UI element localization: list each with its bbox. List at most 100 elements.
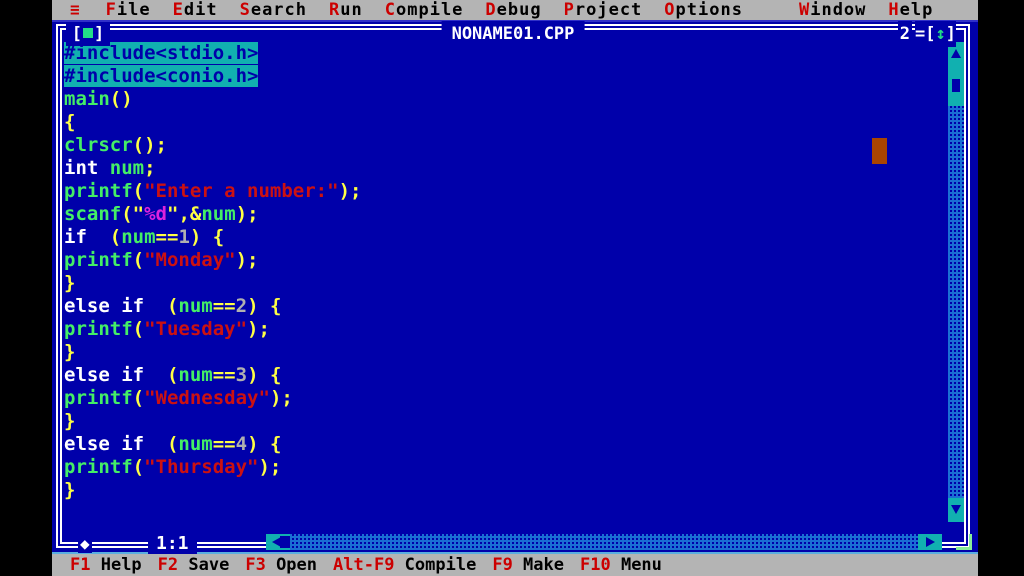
code-token-pun: ,	[178, 203, 190, 225]
letterbox-left	[0, 0, 52, 576]
code-line: if (num==1) {	[62, 226, 942, 249]
vertical-scroll-thumb[interactable]	[948, 66, 964, 106]
code-token-pun: ()	[109, 88, 133, 110]
scroll-left-button[interactable]	[266, 534, 292, 550]
editor-window: [] NONAME01.CPP 2 =[↕] #include<stdio.h>…	[56, 21, 972, 554]
horizontal-scroll-track[interactable]	[290, 534, 918, 550]
status-key-menu[interactable]: F10 Menu	[564, 554, 662, 576]
menu-item-window[interactable]: Window	[797, 0, 868, 20]
letterbox-right	[978, 0, 1024, 576]
menu-item-project[interactable]: Project	[562, 0, 645, 20]
code-token-pun: (	[155, 295, 179, 317]
status-key-name: F9	[492, 555, 513, 575]
menu-item-run[interactable]: Run	[327, 0, 365, 20]
code-line: printf("Tuesday");	[62, 318, 942, 341]
status-key-label: Compile	[394, 555, 477, 575]
code-token-id: printf	[64, 180, 133, 202]
code-token-pun: (	[132, 318, 145, 340]
code-token-id: num	[121, 226, 156, 248]
code-token-pun: ;	[144, 157, 156, 179]
code-token-pun: ==	[212, 295, 236, 317]
window-resize-corner[interactable]	[956, 534, 972, 550]
code-token-pp: #include<conio.h>	[64, 65, 259, 87]
code-line: printf("Enter a number:");	[62, 180, 942, 203]
horizontal-scrollbar[interactable]	[266, 534, 942, 550]
code-token-pun: (	[155, 364, 179, 386]
code-token-num: 3	[235, 364, 248, 386]
code-line: }	[62, 479, 942, 502]
status-key-compile[interactable]: Alt-F9 Compile	[317, 554, 476, 576]
code-token-str: "Enter a number:"	[144, 180, 339, 202]
ide-desktop: ≡ File Edit Search Run Compile Debug Pro…	[52, 0, 978, 576]
vertical-scrollbar[interactable]	[948, 42, 964, 522]
code-token-kw: int	[64, 157, 110, 179]
code-token-pun: ==	[212, 433, 236, 455]
triangle-up-icon	[951, 49, 961, 58]
menu-item-search[interactable]: Search	[238, 0, 309, 20]
code-line: #include<conio.h>	[62, 65, 942, 88]
code-token-pun: );	[338, 180, 362, 202]
scroll-right-button[interactable]	[918, 534, 942, 550]
code-token-num: 4	[235, 433, 248, 455]
code-token-quo: "	[132, 203, 145, 225]
code-token-pun: (	[98, 226, 122, 248]
code-token-str: "Thursday"	[144, 456, 259, 478]
status-key-label: Help	[90, 555, 142, 575]
status-key-name: F1	[70, 555, 91, 575]
cursor-position-indicator: 1:1	[148, 534, 197, 554]
code-token-pun: ) {	[247, 433, 282, 455]
vertical-scroll-track[interactable]	[948, 66, 964, 498]
code-token-id: num	[201, 203, 236, 225]
window-drag-marker[interactable]: ◆	[78, 535, 92, 553]
status-key-name: F3	[245, 555, 266, 575]
code-line: printf("Monday");	[62, 249, 942, 272]
code-line: else if (num==3) {	[62, 364, 942, 387]
triangle-right-icon	[926, 537, 935, 547]
code-editor-text[interactable]: #include<stdio.h> #include<conio.h> main()…	[62, 42, 942, 522]
code-line: printf("Thursday");	[62, 456, 942, 479]
menu-item-debug[interactable]: Debug	[483, 0, 543, 20]
window-number: 2	[897, 21, 912, 47]
code-line: else if (num==4) {	[62, 433, 942, 456]
code-token-pun: {	[64, 111, 76, 133]
menu-item-help[interactable]: Help	[886, 0, 935, 20]
code-token-pun: );	[258, 456, 282, 478]
code-token-id: printf	[64, 456, 133, 478]
status-key-make[interactable]: F9 Make	[476, 554, 564, 576]
status-key-help[interactable]: F1 Help	[52, 554, 142, 576]
status-key-name: Alt-F9	[333, 555, 395, 575]
code-token-pun: }	[64, 272, 76, 294]
code-token-pun: (	[121, 203, 133, 225]
code-token-pun: (	[155, 433, 179, 455]
code-token-str: "Monday"	[144, 249, 236, 271]
scroll-down-button[interactable]	[948, 498, 964, 522]
menu-item-file[interactable]: File	[104, 0, 153, 20]
code-token-id: num	[178, 364, 213, 386]
code-token-pun: );	[269, 387, 293, 409]
code-token-pun: );	[235, 203, 259, 225]
status-key-label: Save	[178, 555, 230, 575]
close-box-button[interactable]: []	[66, 22, 110, 46]
code-line: }	[62, 341, 942, 364]
zoom-box-button[interactable]: =[↕]	[915, 21, 956, 47]
menu-item-edit[interactable]: Edit	[171, 0, 220, 20]
code-line: int num;	[62, 157, 942, 180]
status-key-save[interactable]: F2 Save	[142, 554, 230, 576]
system-menu-icon[interactable]: ≡	[52, 0, 86, 20]
mouse-cursor-block	[872, 138, 887, 164]
menu-item-options[interactable]: Options	[662, 0, 745, 20]
code-line: clrscr();	[62, 134, 942, 157]
status-key-open[interactable]: F3 Open	[229, 554, 317, 576]
code-line: printf("Wednesday");	[62, 387, 942, 410]
code-token-fmt: %d	[144, 203, 167, 225]
code-line: main()	[62, 88, 942, 111]
code-token-pun: &	[189, 203, 202, 225]
menu-item-compile[interactable]: Compile	[383, 0, 466, 20]
status-key-name: F10	[580, 555, 611, 575]
code-token-pun: }	[64, 410, 76, 432]
turbo-c-ide-screen: ≡ File Edit Search Run Compile Debug Pro…	[0, 0, 1024, 576]
code-token-pun: }	[64, 479, 76, 501]
status-key-label: Make	[512, 555, 564, 575]
code-token-id: scanf	[64, 203, 122, 225]
status-key-label: Menu	[610, 555, 662, 575]
